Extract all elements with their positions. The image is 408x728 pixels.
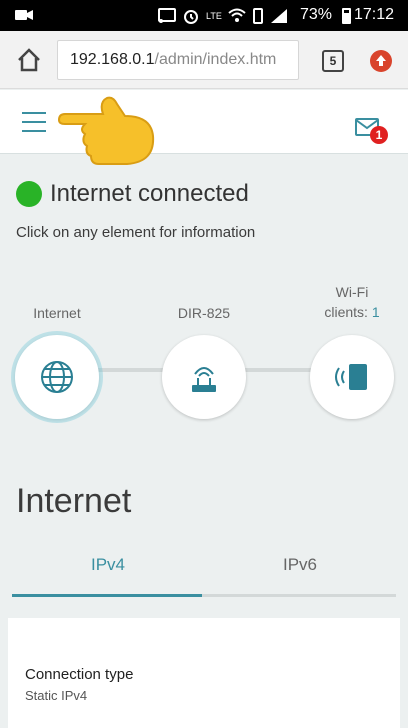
internet-node[interactable]	[15, 335, 99, 419]
connection-type-label: Connection type	[25, 666, 134, 683]
wifi-clients-label: Wi-Fi clients: 1	[312, 282, 392, 322]
tab-switcher-button[interactable]: 5	[322, 50, 344, 72]
cast-icon	[158, 8, 176, 23]
connection-status[interactable]: Internet connected	[16, 180, 249, 208]
wifi-clients-node[interactable]	[310, 335, 394, 419]
signal-icon	[270, 9, 287, 23]
ip-version-tabs: IPv4 IPv6	[12, 540, 396, 598]
browser-toolbar: 192.168.0.1/admin/index.htm 5	[0, 31, 408, 89]
battery-icon	[342, 8, 351, 24]
connector-line	[244, 368, 312, 372]
alarm-icon	[184, 10, 198, 24]
clock: 17:12	[354, 6, 395, 23]
network-type: LTE	[206, 10, 222, 21]
wifi-client-count: 1	[371, 304, 380, 320]
router-node[interactable]	[162, 335, 246, 419]
arrow-up-icon	[376, 55, 386, 66]
wifi-label-line2: clients:	[324, 304, 368, 320]
status-icons: LTE	[158, 6, 288, 26]
url-host: 192.168.0.1	[70, 51, 155, 68]
connector-line	[98, 368, 164, 372]
hint-text: Click on any element for information	[16, 224, 256, 241]
notification-badge: 1	[370, 126, 388, 144]
mobile-signal-icon	[335, 364, 367, 390]
tab-underline-active	[12, 594, 202, 597]
address-bar[interactable]: 192.168.0.1/admin/index.htm	[57, 40, 299, 80]
hamburger-menu-icon[interactable]	[22, 112, 46, 132]
connection-type-value[interactable]: Static IPv4	[25, 688, 87, 703]
status-bar: LTE 73% 17:12	[0, 0, 408, 31]
globe-icon	[41, 361, 73, 393]
home-icon[interactable]	[16, 47, 42, 73]
tab-ipv6[interactable]: IPv6	[204, 540, 396, 594]
router-icon	[192, 367, 216, 392]
section-title: Internet	[16, 482, 132, 520]
url-path: /admin/index.htm	[154, 51, 277, 68]
router-node-label: DIR-825	[177, 305, 231, 321]
status-dot	[16, 181, 42, 207]
update-icon[interactable]	[370, 50, 392, 72]
pointing-hand-icon	[57, 96, 155, 165]
connection-card: Connection type Static IPv4	[8, 618, 400, 728]
wifi-label-line1: Wi-Fi	[335, 284, 369, 300]
status-text: Internet connected	[50, 180, 249, 207]
wifi-icon	[228, 8, 246, 22]
internet-node-label: Internet	[33, 305, 81, 321]
tab-ipv4[interactable]: IPv4	[12, 540, 204, 594]
video-icon	[15, 10, 33, 20]
battery-percent: 73%	[300, 6, 333, 23]
data-icon	[252, 8, 263, 24]
